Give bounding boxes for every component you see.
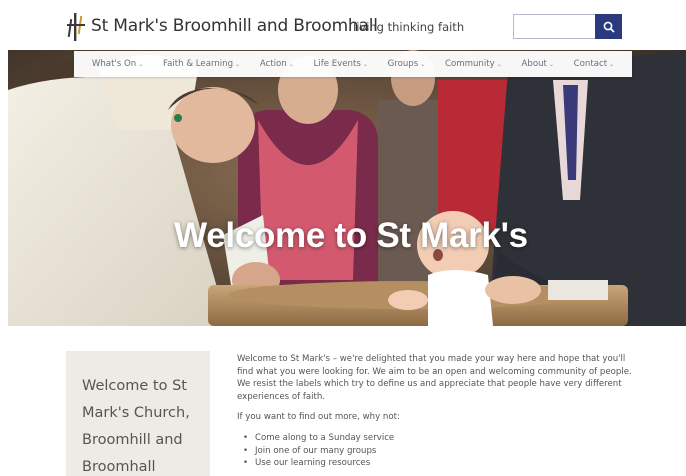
site-tagline: living thinking faith xyxy=(353,20,465,34)
nav-groups[interactable]: Groups ⌄ xyxy=(388,59,426,69)
nav-label: Faith & Learning xyxy=(162,59,234,69)
intro-paragraph: Welcome to St Mark's – we're delighted t… xyxy=(237,354,632,402)
nav-community[interactable]: Community ⌄ xyxy=(445,59,502,69)
church-cross-icon[interactable] xyxy=(66,13,86,41)
list-item[interactable]: Join one of our many groups xyxy=(243,445,637,458)
chevron-down-icon: ⌄ xyxy=(609,60,615,68)
nav-contact[interactable]: Contact ⌄ xyxy=(574,59,614,69)
chevron-down-icon: ⌄ xyxy=(496,60,502,68)
site-title[interactable]: St Mark's Broomhill and Broomhall xyxy=(91,16,378,36)
nav-faith-learning[interactable]: Faith & Learning ⌄ xyxy=(163,59,240,69)
nav-label: Action xyxy=(259,59,287,69)
search-button[interactable] xyxy=(595,14,622,39)
nav-label: Community xyxy=(444,59,495,69)
chevron-down-icon: ⌄ xyxy=(235,60,241,68)
chevron-down-icon: ⌄ xyxy=(420,60,426,68)
suggestion-list: Come along to a Sunday service Join one … xyxy=(237,432,637,470)
find-out-more-text: If you want to find out more, why not: xyxy=(237,412,400,423)
chevron-down-icon: ⌄ xyxy=(362,60,368,68)
hero-title: Welcome to St Mark's xyxy=(174,216,528,255)
main-navigation: What's On ⌄ Faith & Learning ⌄ Action ⌄ Lif… xyxy=(74,51,632,77)
list-item[interactable]: Come along to a Sunday service xyxy=(243,432,637,445)
nav-label: Groups xyxy=(387,59,419,69)
site-header: St Mark's Broomhill and Broomhall living… xyxy=(0,0,686,50)
hero-banner: Welcome to St Mark's xyxy=(8,50,686,326)
nav-about[interactable]: About ⌄ xyxy=(521,59,553,69)
nav-label: Life Events xyxy=(313,59,361,69)
chevron-down-icon: ⌄ xyxy=(548,60,554,68)
list-item[interactable]: Use our learning resources xyxy=(243,457,637,470)
chevron-down-icon: ⌄ xyxy=(288,60,294,68)
nav-action[interactable]: Action ⌄ xyxy=(260,59,294,69)
welcome-sidebar: Welcome to St Mark's Church, Broomhill a… xyxy=(66,351,210,476)
hero-photo-baptism xyxy=(8,50,686,326)
nav-label: About xyxy=(521,59,547,69)
search-input[interactable] xyxy=(513,14,595,39)
main-content: Welcome to St Mark's – we're delighted t… xyxy=(237,353,637,470)
nav-label: What's On xyxy=(91,59,137,69)
nav-life-events[interactable]: Life Events ⌄ xyxy=(314,59,368,69)
welcome-heading: Welcome to St Mark's Church, Broomhill a… xyxy=(82,378,190,475)
chevron-down-icon: ⌄ xyxy=(138,60,144,68)
search-icon xyxy=(603,21,615,33)
nav-label: Contact xyxy=(573,59,608,69)
nav-whats-on[interactable]: What's On ⌄ xyxy=(92,59,143,69)
